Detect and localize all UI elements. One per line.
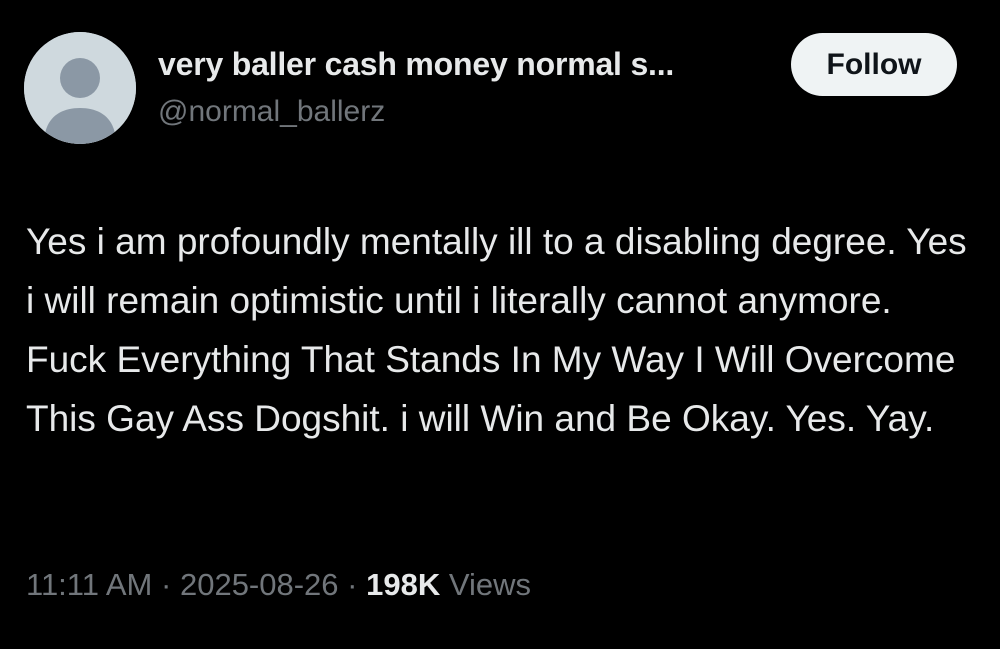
tweet-date[interactable]: 2025-08-26 <box>180 567 339 602</box>
follow-button[interactable]: Follow <box>791 33 957 96</box>
tweet-time[interactable]: 11:11 AM <box>26 567 152 602</box>
tweet-card: very baller cash money normal s... @norm… <box>0 0 1000 649</box>
views-count: 198K <box>366 567 441 602</box>
meta-separator: · <box>161 567 172 602</box>
meta-separator: · <box>347 567 358 602</box>
views-label: Views <box>448 567 531 602</box>
tweet-text: Yes i am profoundly mentally ill to a di… <box>26 221 967 439</box>
author-handle[interactable]: @normal_ballerz <box>158 95 385 129</box>
default-profile-icon <box>24 32 136 144</box>
avatar[interactable] <box>24 32 136 144</box>
tweet-meta: 11:11 AM · 2025-08-26 · 198K Views <box>26 567 531 603</box>
author-display-name[interactable]: very baller cash money normal s... <box>158 46 674 83</box>
